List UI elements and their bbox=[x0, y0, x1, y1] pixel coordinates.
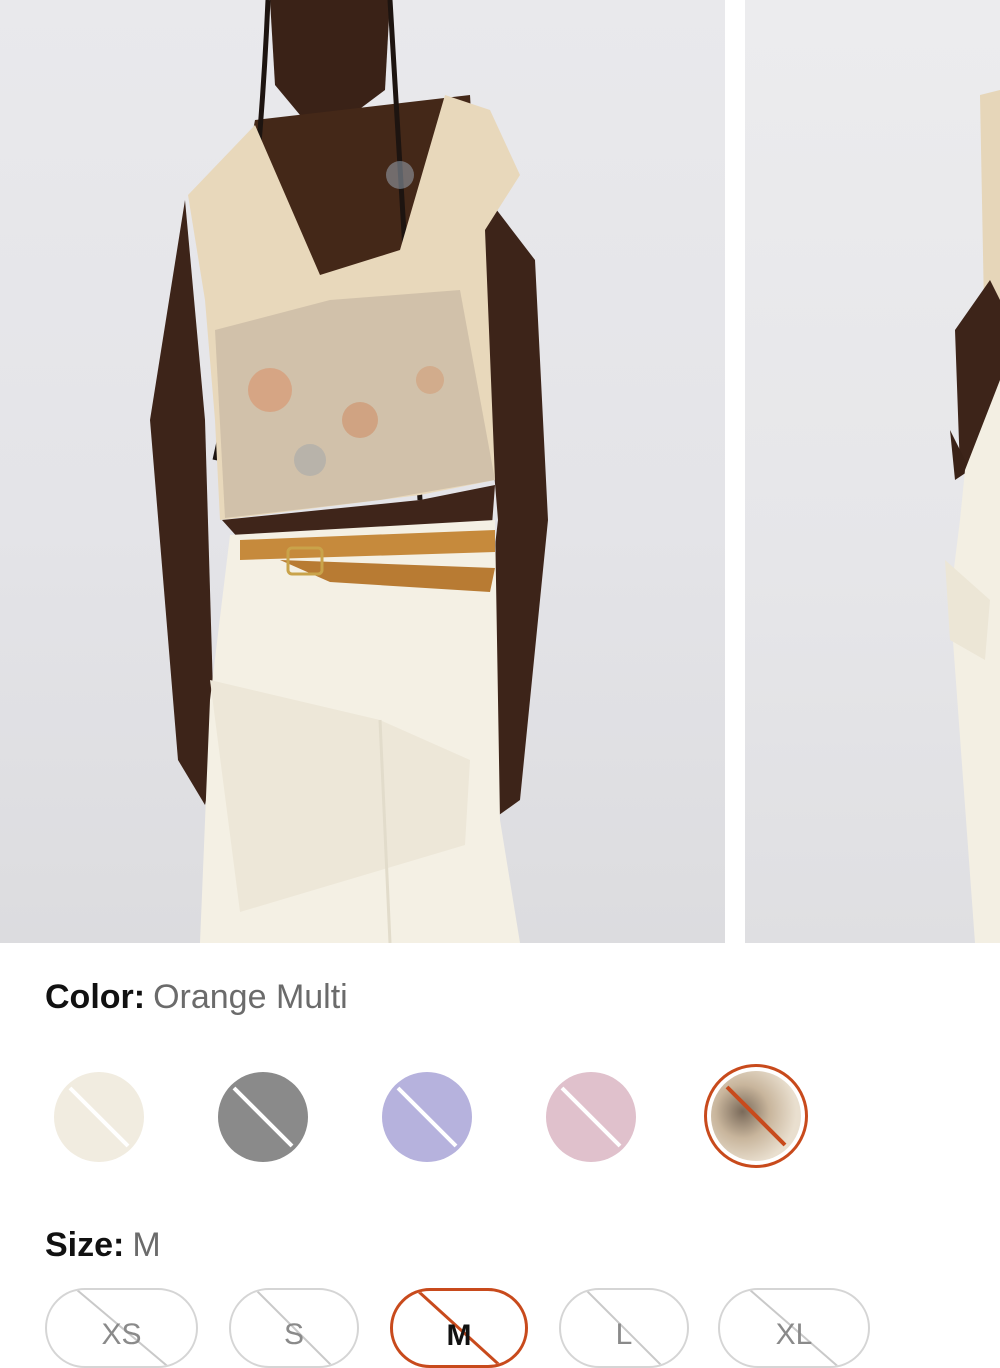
size-value: M bbox=[132, 1226, 161, 1264]
color-swatch-pink[interactable] bbox=[546, 1072, 636, 1162]
size-row: Size: M bbox=[45, 1226, 161, 1265]
size-option-label: L bbox=[615, 1318, 633, 1351]
unavailable-slash-icon bbox=[68, 1086, 130, 1148]
size-option-l[interactable]: L bbox=[559, 1288, 689, 1368]
color-row: Color: Orange Multi bbox=[45, 978, 348, 1017]
size-option-xs[interactable]: XS bbox=[45, 1288, 198, 1368]
color-swatch-orange-multi[interactable] bbox=[711, 1071, 801, 1161]
size-option-label: XS bbox=[101, 1318, 142, 1351]
unavailable-slash-icon bbox=[396, 1086, 458, 1148]
size-option-m[interactable]: M bbox=[390, 1288, 528, 1368]
model-side-illustration bbox=[945, 90, 1000, 943]
color-swatch-grey[interactable] bbox=[218, 1072, 308, 1162]
color-value: Orange Multi bbox=[153, 978, 348, 1016]
color-swatch-cream[interactable] bbox=[54, 1072, 144, 1162]
product-image-2[interactable] bbox=[745, 0, 1000, 943]
product-image-carousel[interactable] bbox=[0, 0, 1000, 943]
size-option-label: M bbox=[446, 1319, 472, 1352]
unavailable-slash-icon bbox=[560, 1086, 622, 1148]
size-option-s[interactable]: S bbox=[229, 1288, 359, 1368]
product-image-1[interactable] bbox=[0, 0, 725, 943]
size-label: Size: bbox=[45, 1226, 125, 1264]
size-option-label: XL bbox=[775, 1318, 813, 1351]
size-option-label: S bbox=[283, 1318, 304, 1351]
size-option-xl[interactable]: XL bbox=[718, 1288, 870, 1368]
color-swatch-lavender[interactable] bbox=[382, 1072, 472, 1162]
unavailable-slash-icon bbox=[232, 1086, 294, 1148]
unavailable-slash-icon bbox=[725, 1085, 787, 1147]
model-front-illustration bbox=[150, 0, 548, 943]
color-label: Color: bbox=[45, 978, 146, 1016]
